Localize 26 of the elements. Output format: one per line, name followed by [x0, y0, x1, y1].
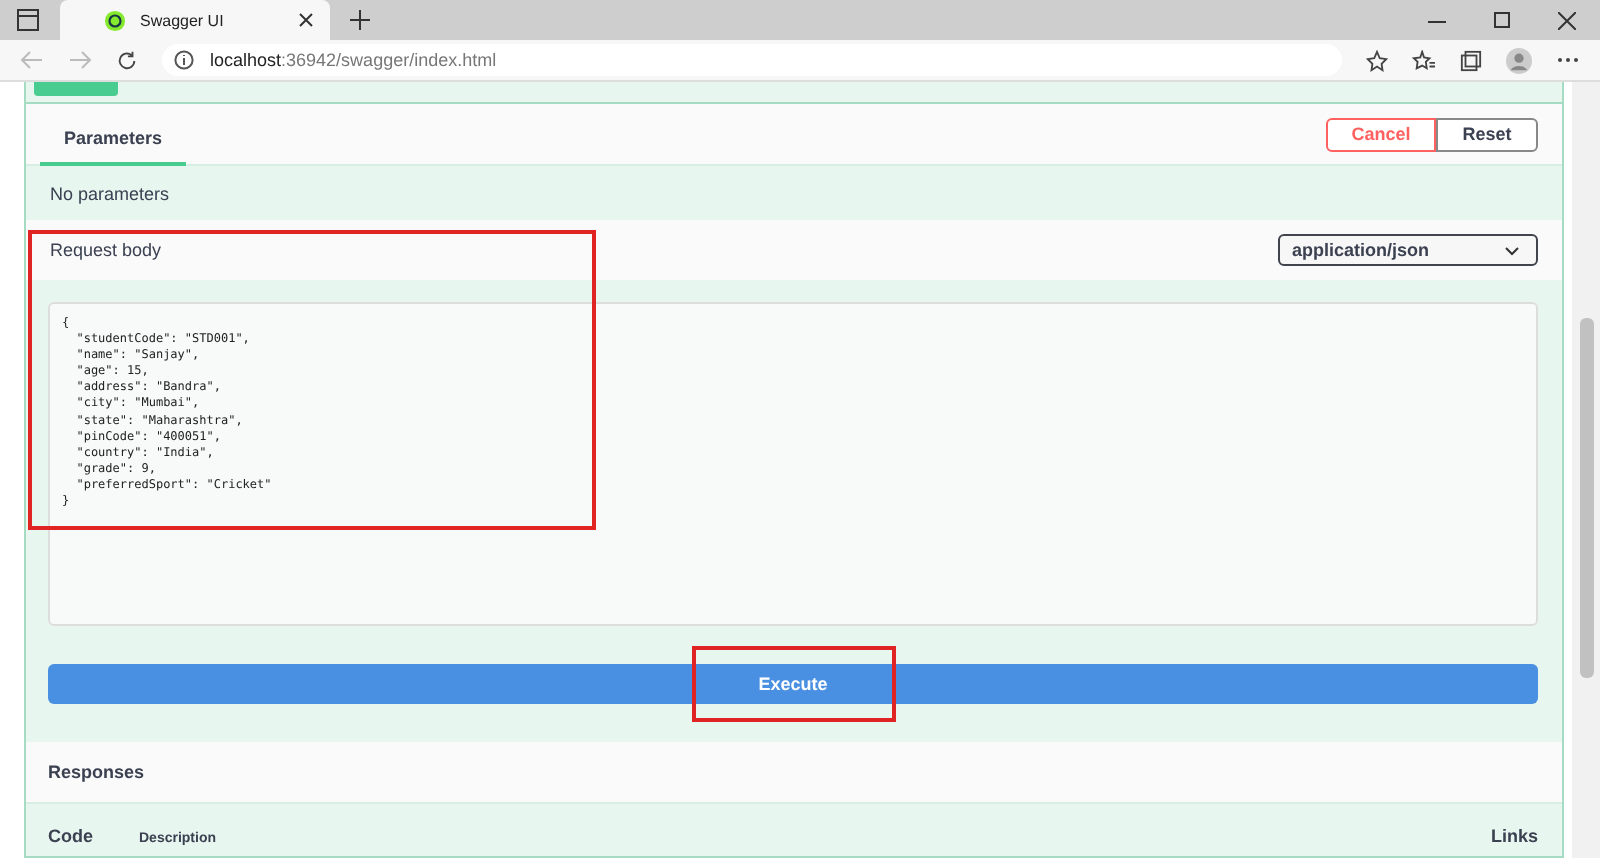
reload-icon[interactable]	[116, 49, 138, 71]
column-header: Code	[48, 826, 93, 846]
profile-avatar-icon[interactable]	[1506, 47, 1532, 73]
responses-heading: Responses	[48, 762, 145, 782]
more-icon[interactable]	[1556, 56, 1580, 64]
request-body-label: Request body	[50, 240, 162, 260]
close-icon[interactable]	[298, 12, 314, 28]
swagger-logo-icon	[104, 9, 126, 31]
browser-tab[interactable]: Swagger UI	[60, 0, 330, 40]
restore-icon[interactable]	[1494, 12, 1510, 28]
info-icon	[174, 50, 194, 70]
star-icon[interactable]	[1366, 49, 1388, 71]
new-tab-icon[interactable]	[350, 10, 370, 30]
chevron-down-icon	[1504, 245, 1521, 255]
tab-actions-icon[interactable]	[16, 8, 40, 32]
content-type-select[interactable]: application/json	[1278, 234, 1539, 266]
reset-button[interactable]: Reset	[1436, 117, 1539, 151]
column-header: Links	[1491, 826, 1539, 846]
parameters-tab[interactable]: Parameters	[40, 111, 187, 165]
address-bar[interactable]: localhost:36942/swagger/index.html	[162, 44, 1342, 76]
tab-title: Swagger UI	[140, 11, 226, 29]
favorites-icon[interactable]	[1412, 49, 1436, 71]
close-window-icon[interactable]	[1558, 11, 1576, 29]
no-parameters-text: No parameters	[50, 183, 170, 203]
scrollbar[interactable]	[1572, 82, 1600, 858]
collections-icon[interactable]	[1460, 49, 1482, 71]
